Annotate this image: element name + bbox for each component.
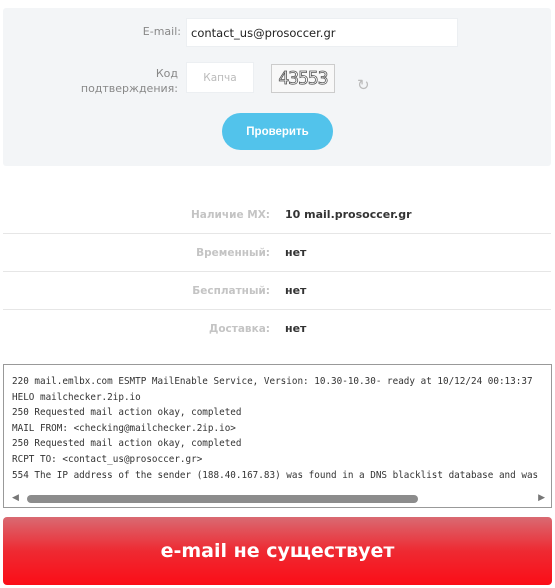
result-label: Наличие MX: [190, 209, 270, 221]
log-line: 554 The IP address of the sender (188.40… [12, 469, 539, 481]
check-form-panel: E-mail: contact_us@prosoccer.gr Код подтв… [3, 8, 551, 166]
scroll-left-icon[interactable]: ◀ [12, 493, 19, 503]
captcha-image: 43553 [271, 64, 335, 93]
result-row-free: Бесплатный: нет [3, 272, 551, 310]
result-row-temporary: Временный: нет [3, 234, 551, 272]
result-value: нет [285, 322, 307, 335]
horizontal-scrollbar[interactable]: ◀ ▶ [4, 491, 551, 507]
email-label: E-mail: [142, 25, 181, 38]
log-line: HELO mailchecker.2ip.io [12, 391, 141, 403]
captcha-input[interactable]: Капча [186, 62, 254, 93]
smtp-log-box[interactable]: 220 mail.emlbx.com ESMTP MailEnable Serv… [3, 364, 552, 508]
result-label: Бесплатный: [192, 285, 270, 297]
log-line: RCPT TO: <contact_us@prosoccer.gr> [12, 453, 203, 465]
status-banner: e-mail не существует [3, 517, 552, 585]
result-row-delivery: Доставка: нет [3, 310, 551, 348]
result-value: нет [285, 284, 307, 297]
refresh-captcha-icon[interactable]: ↻ [357, 77, 373, 93]
result-value: 10 mail.prosoccer.gr [285, 208, 412, 221]
result-value: нет [285, 246, 307, 259]
scrollbar-thumb[interactable] [27, 495, 418, 503]
scroll-right-icon[interactable]: ▶ [538, 493, 545, 503]
log-line: MAIL FROM: <checking@mailchecker.2ip.io> [12, 422, 236, 434]
code-label: Код подтверждения: [63, 66, 178, 96]
log-line: 250 Requested mail action okay, complete… [12, 438, 242, 450]
smtp-log: 220 mail.emlbx.com ESMTP MailEnable Serv… [4, 365, 551, 483]
result-label: Доставка: [208, 323, 270, 335]
code-label-line1: Код [155, 67, 178, 80]
check-button[interactable]: Проверить [222, 113, 333, 150]
result-label: Временный: [196, 247, 270, 259]
code-label-line2: подтверждения: [80, 82, 178, 95]
log-line: 220 mail.emlbx.com ESMTP MailEnable Serv… [12, 376, 533, 387]
result-row-mx: Наличие MX: 10 mail.prosoccer.gr [3, 196, 551, 234]
log-line: 250 Requested mail action okay, complete… [12, 407, 242, 419]
email-input[interactable]: contact_us@prosoccer.gr [186, 18, 458, 47]
